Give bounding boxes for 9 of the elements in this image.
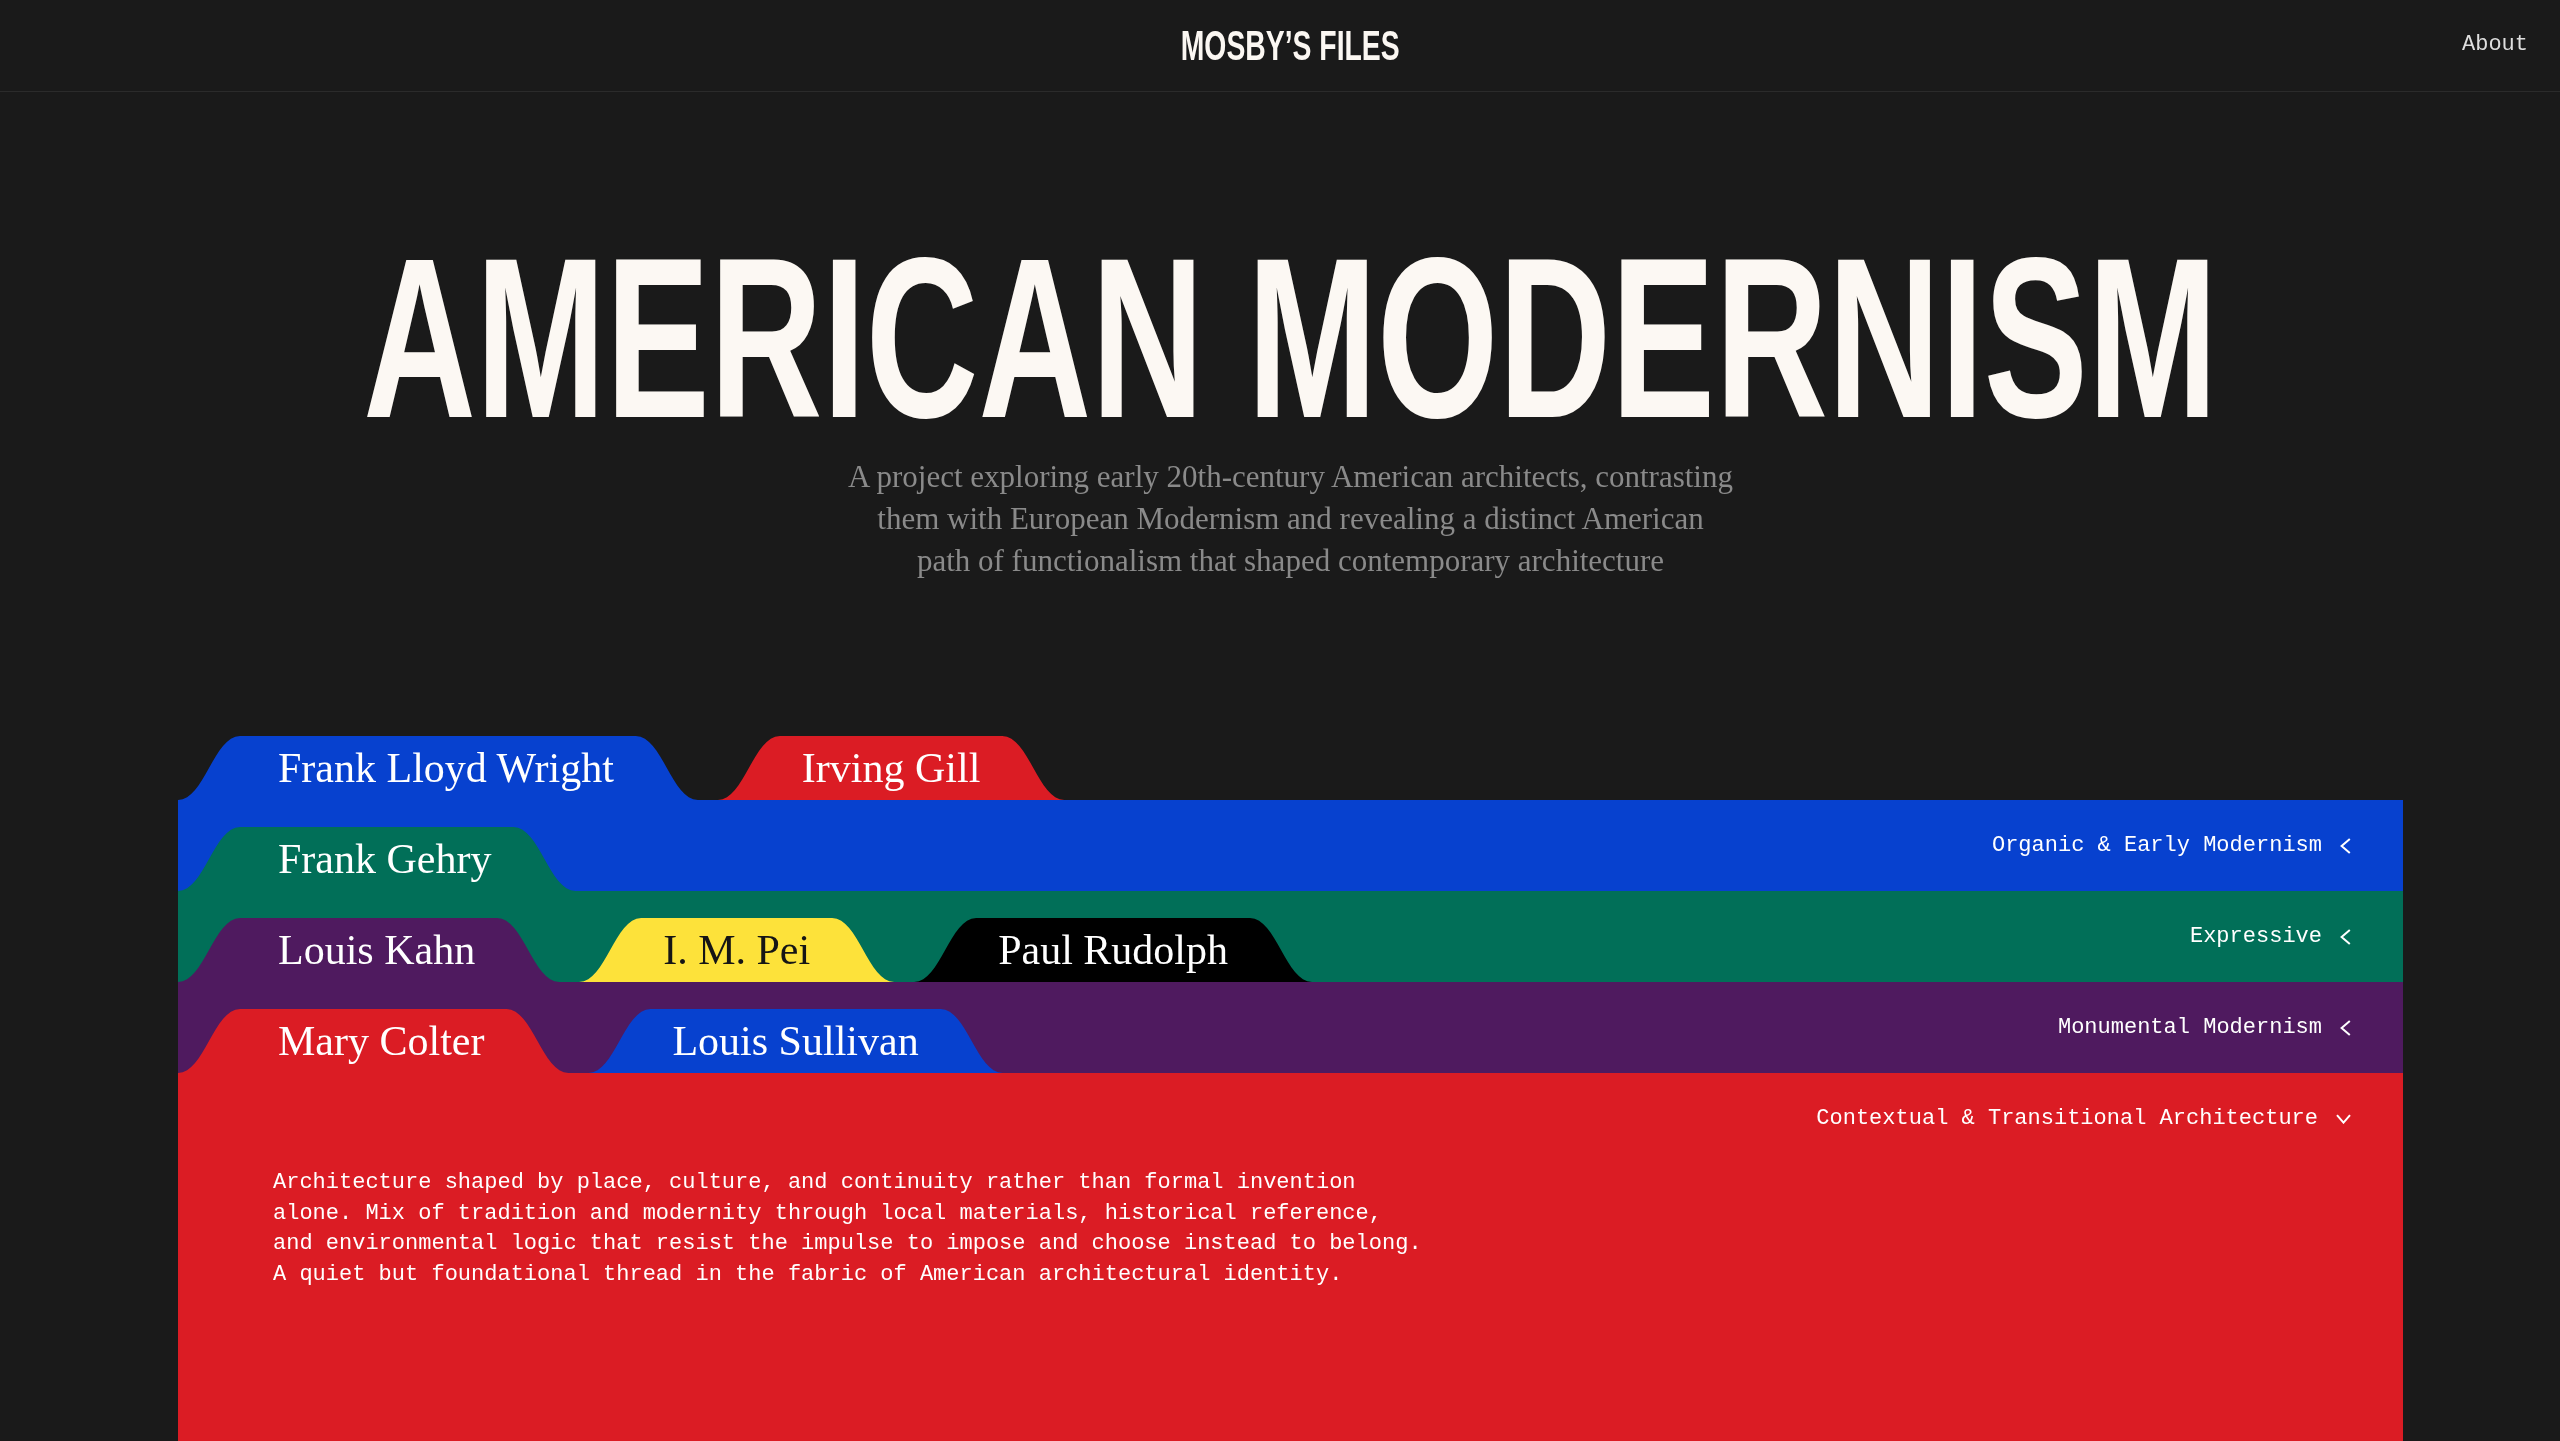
category-toggle[interactable]: Expressive xyxy=(2189,922,2351,951)
category-toggle[interactable]: Contextual & Transitional Architecture xyxy=(1816,1104,2351,1133)
page-subtitle: A project exploring early 20th-century American architects, contrasting them with European Modernism and revealing a distinct American path of functionalism that shaped contemporary architecture xyxy=(847,458,1734,580)
nav-link[interactable]: About xyxy=(2462,32,2528,59)
page-title: AMERICAN MODERNISM xyxy=(363,253,2218,423)
site-logo[interactable]: MOSBY’S FILES xyxy=(1180,24,1400,67)
category-description: Architecture shaped by place, culture, and continuity rather than formal invention alone. Mix of tradition and modernity through local materials, historical reference, and environmental logic that resist the impulse to impose and choose instead to belong. A quiet but foundational thread in the fabric of American architectural identity. xyxy=(273,1169,1423,1289)
category-toggle[interactable]: Organic & Early Modernism xyxy=(1991,831,2351,860)
category-toggle[interactable]: Monumental Modernism xyxy=(2057,1013,2351,1042)
